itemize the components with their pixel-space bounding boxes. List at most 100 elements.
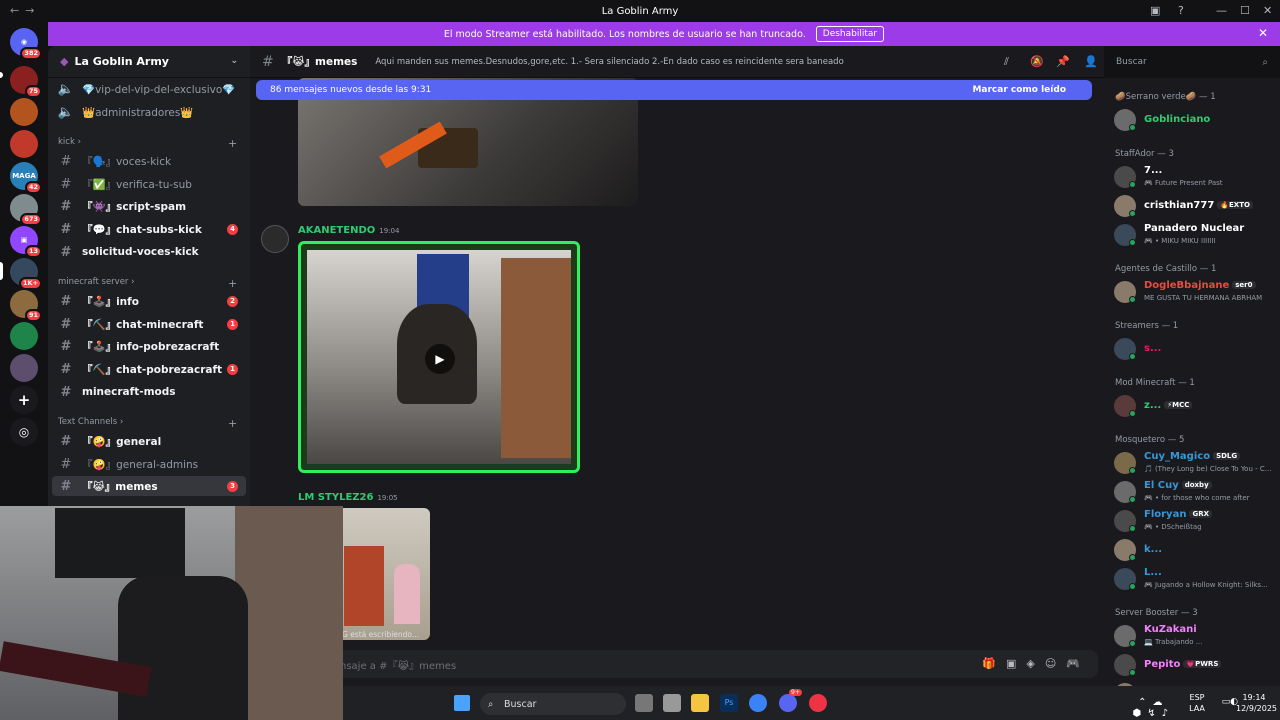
chrome-icon[interactable] <box>749 694 767 712</box>
channel-item[interactable]: # minecraft-mods <box>52 382 246 402</box>
member-list-icon[interactable]: 👤 <box>1084 55 1098 69</box>
status-dot <box>1129 554 1136 561</box>
new-messages-bar[interactable]: 86 mensajes nuevos desde las 9:31 Marcar… <box>256 80 1092 100</box>
avatar[interactable] <box>261 225 289 253</box>
channel-item[interactable]: # solicitud-voces-kick <box>52 242 246 262</box>
photoshop-icon[interactable]: Ps <box>720 694 738 712</box>
direct-messages-icon[interactable]: ◉ 382 <box>10 28 42 60</box>
member-item[interactable]: Pepito 💗PWRS <box>1114 651 1280 677</box>
mention-badge: 4 <box>227 223 238 235</box>
channel-item[interactable]: # 『⛏️』chat-pobrezacraft 1 <box>52 359 246 379</box>
composer-icons[interactable]: 🎁▣◈☺🎮 <box>982 657 1090 670</box>
add-channel-icon[interactable]: + <box>228 277 237 290</box>
channel-item-selected[interactable]: # 『😹』memes 3 <box>52 476 246 496</box>
channel-topic[interactable]: Aqui manden sus memes.Desnudos,gore,etc.… <box>375 57 843 67</box>
member-name: Cuy_Magico <box>1144 451 1211 462</box>
server-icon[interactable] <box>10 98 38 126</box>
member-item[interactable]: Panadero Nuclear 🎮 • MIKU MIKU IIIIIII <box>1114 221 1280 247</box>
webcam-overlay <box>0 506 343 720</box>
category-kick[interactable]: kick › + <box>58 137 237 150</box>
maximize-icon[interactable]: ☐ <box>1240 4 1250 17</box>
server-icon[interactable]: 1K+ <box>10 258 42 290</box>
member-item[interactable]: L... 🎮 Jugando a Hollow Knight: Silks... <box>1114 565 1280 591</box>
channel-item[interactable]: # 『🕹️』info 2 <box>52 291 246 311</box>
start-icon[interactable] <box>454 695 470 711</box>
member-category: Mod Minecraft — 1 <box>1115 378 1195 388</box>
system-tray[interactable]: ⌃☁⬢↯♪ ESP LAA ▭◐ 19:14 12/9/2025 <box>1133 692 1278 719</box>
category-text-channels[interactable]: Text Channels › + <box>58 417 237 430</box>
member-name: Pepito <box>1144 659 1181 670</box>
play-icon[interactable]: ▶ <box>425 344 455 374</box>
member-category: Agentes de Castillo — 1 <box>1115 264 1217 274</box>
help-icon[interactable]: ? <box>1178 4 1184 17</box>
server-icon[interactable] <box>10 354 38 382</box>
speaker-icon: 🔈 <box>57 104 75 120</box>
channel-item[interactable]: # 『🗣️』voces-kick <box>52 151 246 171</box>
taskbar: ⌕ Buscar Ps 9+ ⌃☁⬢↯♪ ESP LAA ▭◐ 19:14 12/9/… <box>343 686 1280 720</box>
member-item[interactable]: KuZakani 💻 Trabajando ... <box>1114 622 1280 648</box>
status-dot <box>1129 496 1136 503</box>
member-name: El Cuy <box>1144 480 1179 491</box>
channel-item[interactable]: # 『🤪』general <box>52 431 246 451</box>
server-icon[interactable]: MAGA 42 <box>10 162 42 194</box>
member-item[interactable]: 7... 🎮 Future Present Past <box>1114 163 1280 189</box>
member-item[interactable]: Floryan GRX 🎮 • DScheißtag <box>1114 507 1280 533</box>
mute-icon[interactable]: 🔕 <box>1030 55 1044 69</box>
threads-icon[interactable]: ⫽ <box>1004 55 1018 69</box>
member-item[interactable]: z... ⚡MCC <box>1114 392 1280 418</box>
discord-icon[interactable]: 9+ <box>779 689 802 712</box>
server-icon[interactable]: 673 <box>10 194 42 226</box>
disable-streamer-button[interactable]: Deshabilitar <box>815 26 885 42</box>
server-icon[interactable] <box>10 322 38 350</box>
task-view-icon[interactable] <box>635 694 653 712</box>
close-banner-icon[interactable]: ✕ <box>1258 26 1268 40</box>
member-item[interactable]: DogleBbajnane ser0 ME GUSTA TU HERMANA ABR… <box>1114 278 1280 304</box>
member-category: 🥔Serrano verde🥔 — 1 <box>1115 92 1216 102</box>
video-attachment[interactable]: ▶ <box>298 241 580 473</box>
member-item[interactable]: Goblinciano <box>1114 106 1280 132</box>
channel-item[interactable]: # 『💬』chat-subs-kick 4 <box>52 219 246 239</box>
app-icon[interactable] <box>663 694 681 712</box>
channel-item[interactable]: # 『🕹️』info-pobrezacraft <box>52 336 246 356</box>
language-indicator: ESP LAA <box>1189 693 1205 713</box>
channel-item[interactable]: # 『✅』verifica-tu-sub <box>52 174 246 194</box>
category-minecraft[interactable]: minecraft server › + <box>58 277 237 290</box>
guild-tag: doxby <box>1181 481 1212 489</box>
taskbar-search[interactable]: ⌕ Buscar <box>480 693 626 715</box>
minimize-icon[interactable]: — <box>1216 4 1227 17</box>
add-channel-icon[interactable]: + <box>228 137 237 150</box>
member-item[interactable]: k... <box>1114 536 1280 562</box>
close-window-icon[interactable]: ✕ <box>1263 4 1272 17</box>
add-server-icon[interactable]: + <box>10 386 38 414</box>
inbox-icon[interactable]: ▣ <box>1150 4 1160 17</box>
file-explorer-icon[interactable] <box>691 694 709 712</box>
message-input[interactable]: nsaje a #『😹』memes 🎁▣◈☺🎮 <box>330 650 1098 678</box>
channel-item[interactable]: # 『🤪』general-admins <box>52 454 246 474</box>
member-item[interactable]: El Cuy doxby 🎮 • for those who come after <box>1114 478 1280 504</box>
search-input[interactable]: Buscar ⌕ <box>1110 52 1274 72</box>
server-icon[interactable]: 75 <box>10 66 42 98</box>
pin-icon[interactable]: 📌 <box>1056 55 1070 69</box>
discover-icon[interactable]: ◎ <box>10 418 38 446</box>
message-author[interactable]: LM STYLEZ26 19:05 <box>298 492 398 503</box>
add-channel-icon[interactable]: + <box>228 417 237 430</box>
nav-arrows-icon[interactable]: ←→ <box>10 4 40 17</box>
guild-tag: ser0 <box>1232 281 1256 289</box>
search-icon: ⌕ <box>488 698 494 710</box>
app-icon[interactable] <box>809 694 827 712</box>
server-icon[interactable]: 91 <box>10 290 42 322</box>
mark-as-read-button[interactable]: Marcar como leído <box>972 85 1066 95</box>
member-category: Mosquetero — 5 <box>1115 435 1185 445</box>
server-icon[interactable]: ▣ 13 <box>10 226 42 258</box>
voice-channel[interactable]: 🔈 👑administradores👑 <box>52 102 246 122</box>
voice-channel[interactable]: 🔈 💎vip-del-vip-del-exclusivo💎 <box>52 79 246 99</box>
guild-header[interactable]: ◆ La Goblin Army ⌄ <box>48 46 250 78</box>
member-item[interactable]: cristhian777 🔥EXTO <box>1114 192 1280 218</box>
message-author[interactable]: AKANETENDO 19:04 <box>298 225 399 236</box>
member-item[interactable]: Cuy_Magico SDLG 🎵 (They Long be) Close To … <box>1114 449 1280 475</box>
member-item[interactable]: s... <box>1114 335 1280 361</box>
channel-item[interactable]: # 『⛏️』chat-minecraft 1 <box>52 314 246 334</box>
server-icon[interactable] <box>10 130 38 158</box>
channel-item[interactable]: # 『👾』script-spam <box>52 196 246 216</box>
guild-boost-icon: ◆ <box>60 55 69 68</box>
